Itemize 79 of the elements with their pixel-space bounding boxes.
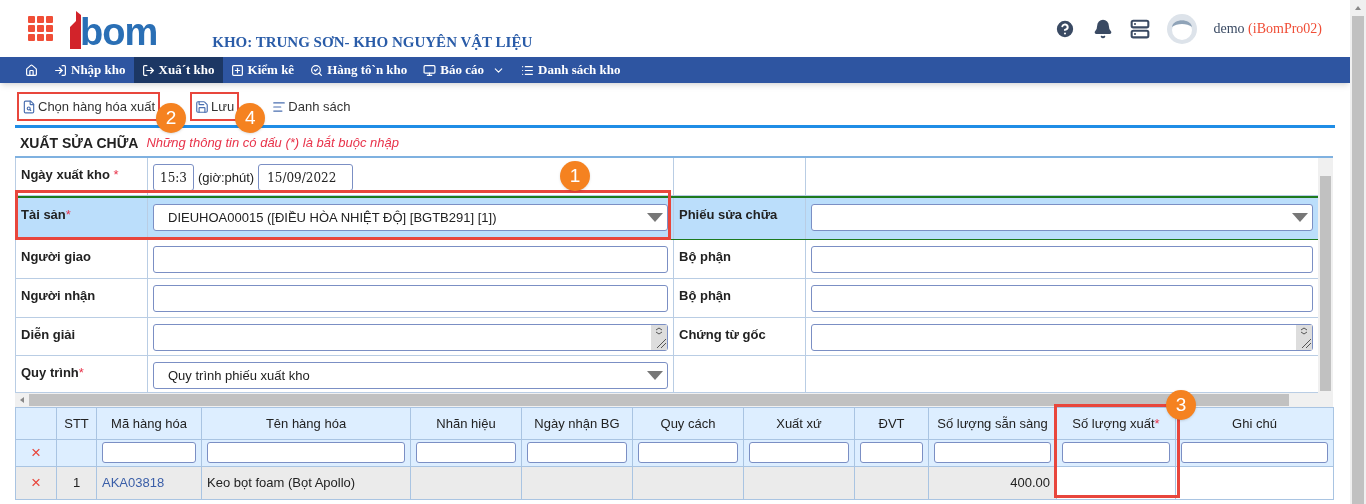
nav-tab[interactable]: Nhập kho — [46, 57, 134, 83]
field-label: Bộ phận — [679, 288, 731, 303]
resize-handle-icon — [1296, 325, 1312, 350]
toolbar-button[interactable]: Chọn hàng hóa xuất — [17, 92, 161, 121]
filter-field[interactable] — [860, 442, 923, 464]
apps-grid-icon[interactable] — [28, 15, 54, 42]
import-icon — [54, 63, 67, 77]
table-cell: 400.00 — [1010, 474, 1050, 490]
time-unit-label: (giờ:phút) — [197, 168, 255, 187]
select-field[interactable]: Quy trình phiếu xuất kho — [153, 362, 668, 389]
toolbar-button[interactable]: Lưu — [190, 92, 240, 121]
resize-handle-icon — [651, 325, 667, 350]
nav-tab[interactable]: Báo cáo — [415, 57, 514, 83]
column-header[interactable]: Ghi chú — [1232, 415, 1277, 431]
export-icon — [141, 63, 155, 77]
filter-field[interactable] — [638, 442, 738, 464]
column-header[interactable]: Tên hàng hóa — [265, 415, 347, 431]
filter-field[interactable] — [934, 442, 1051, 464]
nav-tab[interactable]: Kiểm kê — [222, 57, 303, 83]
search-icon — [310, 63, 324, 77]
list-icon — [272, 99, 287, 114]
dropdown-caret-icon — [1292, 213, 1308, 222]
field-label: Quy trình* — [21, 365, 84, 380]
document-search-icon — [22, 99, 36, 114]
text-area[interactable] — [153, 324, 668, 351]
callout-number: 3 — [1166, 390, 1196, 420]
toolbar-button[interactable]: Danh sách — [269, 92, 354, 121]
form-title: XUẤT SỬA CHỮA — [20, 133, 139, 153]
field-label: Người nhận — [21, 288, 96, 303]
filter-field[interactable] — [102, 442, 196, 464]
notification-bell-icon[interactable] — [1092, 18, 1113, 39]
input-field[interactable] — [153, 246, 668, 273]
warehouse-title: KHO: TRUNG SƠN- KHO NGUYÊN VẬT LIỆU — [212, 33, 533, 53]
filter-field[interactable] — [1181, 442, 1328, 464]
save-icon — [195, 99, 210, 114]
list-icon — [521, 63, 535, 77]
filter-field[interactable] — [207, 442, 405, 464]
table-cell: Keo bọt foam (Bọt Apollo) — [207, 474, 356, 490]
vertical-scrollbar[interactable] — [1318, 158, 1333, 407]
avatar-icon[interactable] — [1166, 13, 1197, 44]
callout-number: 1 — [560, 161, 590, 191]
table-cell: 1 — [72, 474, 81, 490]
field-label: Bộ phận — [679, 249, 731, 264]
callout-number: 2 — [156, 103, 187, 133]
column-header[interactable]: ĐVT — [878, 415, 905, 431]
help-icon[interactable] — [1053, 17, 1076, 40]
dropdown-caret-icon — [647, 213, 663, 222]
home-icon — [25, 63, 38, 77]
logo: bom — [68, 8, 158, 49]
input-field[interactable] — [811, 285, 1313, 312]
field-label: Tài sản* — [21, 207, 71, 222]
field-label: Phiếu sửa chữa — [679, 207, 778, 222]
nav-tab[interactable]: Hàng tô`n kho — [302, 57, 416, 83]
monitor-icon — [423, 63, 437, 77]
required-note: Những thông tin có dấu (*) là bắt buộc nhập — [146, 134, 399, 153]
field-label: Người giao — [21, 249, 91, 264]
add-box-icon — [230, 63, 244, 77]
field-label: Ngày xuất kho * — [21, 167, 119, 182]
field-label: Chứng từ gốc — [679, 327, 766, 342]
select-field[interactable] — [811, 204, 1313, 231]
filter-field[interactable] — [527, 442, 627, 464]
select-field[interactable]: DIEUHOA00015 ([ĐIỀU HÒA NHIỆT ĐỘ] [BGTB291] [1]) — [153, 204, 668, 231]
nav-tab[interactable]: Xuâ´t kho — [133, 57, 223, 83]
nav-tab[interactable]: Danh sách kho — [513, 57, 629, 83]
column-header[interactable]: Xuất xứ — [776, 415, 822, 431]
text-area[interactable] — [811, 324, 1313, 351]
page-scrollbar[interactable] — [1350, 0, 1366, 504]
time-field[interactable]: 15:3 — [153, 164, 194, 191]
field-label: Diễn giải — [21, 327, 76, 342]
server-icon[interactable] — [1129, 18, 1150, 39]
user-name[interactable]: demo (iBomPro02) — [1213, 18, 1322, 39]
input-field[interactable] — [153, 285, 668, 312]
filter-field[interactable] — [749, 442, 849, 464]
filter-field[interactable] — [1062, 442, 1170, 464]
date-field[interactable]: 15/09/2022 — [258, 164, 354, 191]
callout-number: 4 — [235, 103, 266, 133]
input-field[interactable] — [811, 246, 1313, 273]
dropdown-caret-icon — [647, 371, 663, 380]
filter-field[interactable] — [416, 442, 516, 464]
